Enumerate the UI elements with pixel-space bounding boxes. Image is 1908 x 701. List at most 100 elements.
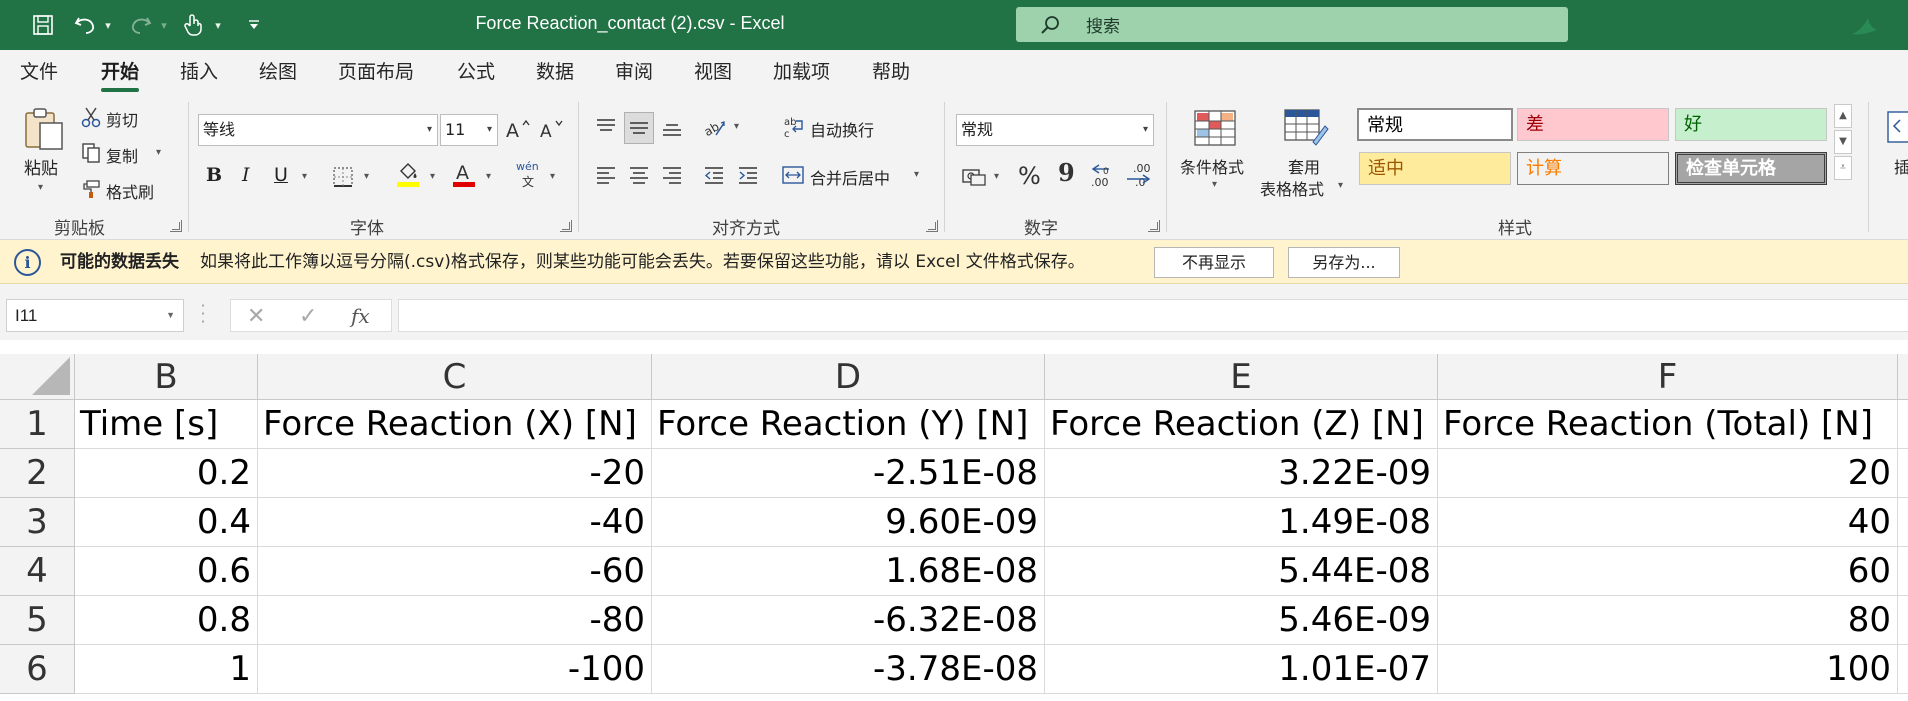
tab-review[interactable]: 审阅	[615, 50, 653, 94]
borders-dropdown-icon[interactable]: ▾	[364, 171, 369, 182]
conditional-formatting-button[interactable]: 条件格式	[1180, 154, 1244, 178]
table-cell[interactable]: 3.22E-09	[1045, 449, 1438, 498]
font-name-select[interactable]: 等线 ▾	[198, 114, 438, 146]
column-header-b[interactable]: B	[75, 354, 258, 400]
table-cell[interactable]: 60	[1438, 547, 1898, 596]
insert-cells-icon[interactable]	[1884, 108, 1908, 148]
copy-button[interactable]: 复制	[106, 143, 138, 167]
merge-center-dropdown-icon[interactable]: ▾	[914, 169, 919, 180]
row-header[interactable]: 1	[0, 400, 75, 449]
font-color-icon[interactable]: A	[450, 160, 478, 190]
tab-draw[interactable]: 绘图	[259, 50, 297, 94]
cell-style-normal[interactable]: 常规	[1357, 108, 1513, 141]
underline-dropdown-icon[interactable]: ▾	[302, 171, 307, 182]
dont-show-again-button[interactable]: 不再显示	[1154, 247, 1274, 278]
phonetic-dropdown-icon[interactable]: ▾	[550, 171, 555, 182]
table-cell[interactable]: 9.60E-09	[652, 498, 1045, 547]
table-cell[interactable]: 80	[1438, 596, 1898, 645]
tab-page-layout[interactable]: 页面布局	[338, 50, 414, 94]
styles-scroll-down-icon[interactable]: ▼	[1834, 130, 1852, 154]
cell-style-calculation[interactable]: 计算	[1517, 152, 1669, 185]
table-cell[interactable]: -3.78E-08	[652, 645, 1045, 694]
row-header[interactable]: 3	[0, 498, 75, 547]
undo-icon[interactable]	[72, 10, 98, 40]
table-cell[interactable]: -80	[258, 596, 652, 645]
align-bottom-icon[interactable]	[658, 112, 686, 142]
row-header[interactable]: 2	[0, 449, 75, 498]
column-header-d[interactable]: D	[652, 354, 1045, 400]
decrease-decimal-icon[interactable]: .00.0	[1124, 160, 1154, 190]
table-cell[interactable]: -20	[258, 449, 652, 498]
conditional-formatting-dropdown-icon[interactable]: ▾	[1212, 179, 1217, 190]
merge-center-icon[interactable]	[780, 160, 806, 190]
align-middle-icon[interactable]	[624, 112, 654, 144]
increase-decimal-icon[interactable]: .00 0	[1088, 160, 1118, 190]
table-cell[interactable]: Time [s]	[75, 400, 258, 449]
table-cell[interactable]: -100	[258, 645, 652, 694]
confirm-entry-icon[interactable]: ✓	[299, 300, 317, 333]
format-painter-button[interactable]: 格式刷	[106, 179, 154, 203]
resize-handle-icon[interactable]: · · ·	[200, 298, 206, 330]
bold-button[interactable]: B	[206, 164, 222, 186]
table-cell[interactable]	[1898, 449, 1908, 498]
italic-button[interactable]: I	[242, 164, 250, 186]
name-box[interactable]: I11 ▼	[6, 299, 184, 332]
number-format-select[interactable]: 常规 ▾	[956, 114, 1154, 146]
table-cell[interactable]: 0.2	[75, 449, 258, 498]
format-painter-icon[interactable]	[78, 178, 102, 200]
wrap-text-icon[interactable]: ab c	[782, 114, 806, 140]
table-cell[interactable]: 1.01E-07	[1045, 645, 1438, 694]
fill-color-dropdown-icon[interactable]: ▾	[430, 171, 435, 182]
table-cell[interactable]	[1898, 498, 1908, 547]
cell-style-neutral[interactable]: 适中	[1359, 152, 1511, 185]
cell-style-bad[interactable]: 差	[1517, 108, 1669, 141]
tab-formulas[interactable]: 公式	[457, 50, 495, 94]
comma-style-button[interactable]: 9	[1058, 158, 1075, 187]
tab-home[interactable]: 开始	[101, 50, 140, 94]
tab-data[interactable]: 数据	[536, 50, 574, 94]
customize-icon[interactable]	[244, 10, 264, 40]
decrease-font-size-icon[interactable]: A	[538, 114, 566, 144]
orientation-dropdown-icon[interactable]: ▾	[734, 121, 739, 132]
wrap-text-button[interactable]: 自动换行	[810, 117, 874, 141]
redo-dropdown-icon[interactable]: ▾	[158, 10, 170, 40]
font-color-dropdown-icon[interactable]: ▾	[486, 171, 491, 182]
tab-addins[interactable]: 加载项	[773, 50, 830, 94]
undo-dropdown-icon[interactable]: ▾	[102, 10, 114, 40]
align-center-icon[interactable]	[624, 160, 654, 190]
table-cell[interactable]: -6.32E-08	[652, 596, 1045, 645]
styles-scroll-up-icon[interactable]: ▲	[1834, 104, 1852, 128]
tab-insert[interactable]: 插入	[180, 50, 218, 94]
row-header[interactable]: 5	[0, 596, 75, 645]
save-icon[interactable]	[28, 10, 58, 40]
table-cell[interactable]: 1	[75, 645, 258, 694]
table-cell[interactable]	[1898, 547, 1908, 596]
table-cell[interactable]: -60	[258, 547, 652, 596]
format-as-table-icon[interactable]	[1282, 108, 1330, 148]
cell-style-good[interactable]: 好	[1675, 108, 1827, 141]
table-cell[interactable]: Force Reaction (X) [N]	[258, 400, 652, 449]
alignment-launcher-icon[interactable]	[926, 220, 938, 232]
number-launcher-icon[interactable]	[1148, 220, 1160, 232]
table-cell[interactable]: 0.6	[75, 547, 258, 596]
cut-button[interactable]: 剪切	[106, 107, 138, 131]
percent-style-button[interactable]: %	[1018, 162, 1041, 190]
table-cell[interactable]: 1.68E-08	[652, 547, 1045, 596]
table-cell[interactable]	[1898, 596, 1908, 645]
table-cell[interactable]: 20	[1438, 449, 1898, 498]
insert-cells-button[interactable]: 插	[1894, 154, 1908, 178]
table-cell[interactable]: Force Reaction (Total) [N]	[1438, 400, 1898, 449]
align-right-icon[interactable]	[658, 160, 686, 190]
table-cell[interactable]: 5.46E-09	[1045, 596, 1438, 645]
paste-icon[interactable]	[20, 104, 68, 152]
column-header-c[interactable]: C	[258, 354, 652, 400]
phonetic-guide-button[interactable]: wén	[516, 160, 539, 173]
table-cell[interactable]: 5.44E-08	[1045, 547, 1438, 596]
column-header-e[interactable]: E	[1045, 354, 1438, 400]
align-top-icon[interactable]	[592, 112, 620, 142]
conditional-formatting-icon[interactable]	[1192, 108, 1238, 148]
format-as-table-label-1[interactable]: 套用	[1288, 154, 1320, 178]
paste-dropdown-icon[interactable]: ▾	[38, 182, 43, 193]
select-all-button[interactable]	[0, 354, 75, 400]
styles-more-icon[interactable]: ⩡	[1834, 156, 1852, 180]
